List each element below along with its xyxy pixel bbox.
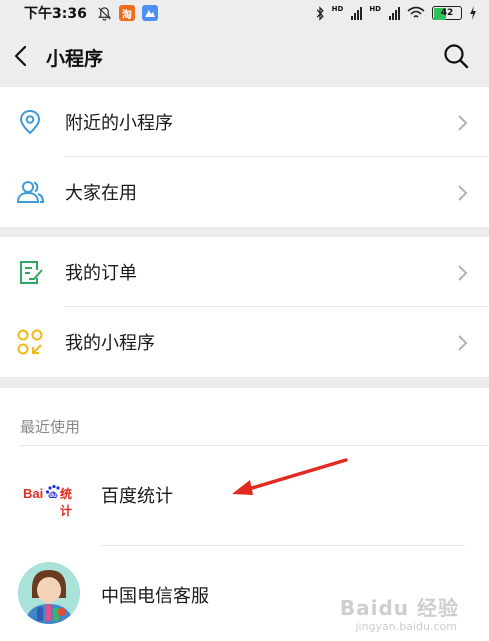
- chevron-right-icon: [458, 265, 468, 281]
- chevron-right-icon: [458, 115, 468, 131]
- recent-section-title: 最近使用: [20, 418, 81, 436]
- baidu-stats-logo: Bai du 统计: [23, 482, 83, 518]
- menu-item-popular[interactable]: 大家在用: [0, 157, 489, 227]
- hd-label-2: HD: [369, 4, 381, 13]
- chevron-right-icon: [458, 335, 468, 351]
- battery-icon: 42: [432, 6, 462, 20]
- status-right-icons: HD HD 42: [315, 4, 477, 21]
- wifi-icon: [407, 6, 425, 18]
- china-telecom-avatar: [18, 562, 80, 624]
- taobao-app-icon: 淘: [118, 5, 135, 21]
- menu-group-discover: 附近的小程序 大家在用: [0, 87, 489, 227]
- search-icon[interactable]: [443, 43, 469, 69]
- location-pin-icon: [19, 109, 41, 135]
- hd-label-1: HD: [331, 4, 344, 13]
- bell-muted-icon: [97, 6, 111, 21]
- chevron-left-icon[interactable]: [10, 44, 34, 68]
- menu-item-label: 我的小程序: [65, 333, 155, 354]
- app-name: 百度统计: [101, 486, 173, 507]
- svg-text:Bai: Bai: [23, 486, 43, 501]
- menu-item-orders[interactable]: 我的订单: [0, 237, 489, 307]
- recent-section-header: 最近使用: [0, 388, 489, 446]
- status-left-icons: 淘: [97, 5, 158, 21]
- chevron-right-icon: [458, 185, 468, 201]
- bluetooth-icon: [316, 5, 324, 21]
- page-title: 小程序: [46, 48, 104, 70]
- menu-item-label: 附近的小程序: [65, 113, 173, 134]
- menu-item-label: 我的订单: [65, 263, 137, 284]
- baidu-jingyan-watermark: Baidu 经验: [339, 596, 459, 620]
- charging-icon: [470, 6, 476, 20]
- menu-item-label: 大家在用: [65, 183, 137, 204]
- my-apps-icon: [17, 329, 43, 355]
- baidu-stats-logo-text: 统计: [60, 487, 73, 518]
- signal-icon-1: [351, 6, 363, 20]
- svg-text:du: du: [49, 493, 57, 499]
- users-icon: [16, 181, 44, 203]
- baidu-jingyan-watermark-url: jingyan.baidu.com: [355, 620, 457, 633]
- cloud-app-icon: [141, 5, 158, 21]
- menu-item-nearby[interactable]: 附近的小程序: [0, 87, 489, 157]
- status-time: 下午3:36: [24, 6, 87, 22]
- signal-icon-2: [389, 6, 400, 20]
- menu-item-my-apps[interactable]: 我的小程序: [0, 307, 489, 377]
- red-arrow-annotation: [232, 458, 348, 495]
- order-list-icon: [20, 261, 43, 284]
- battery-level: 42: [440, 8, 454, 18]
- status-bar: 下午3:36 淘 HD HD 42: [0, 0, 489, 26]
- menu-group-mine: 我的订单 我的小程序: [0, 237, 489, 377]
- app-name: 中国电信客服: [101, 586, 209, 607]
- nav-bar: 小程序: [0, 26, 489, 86]
